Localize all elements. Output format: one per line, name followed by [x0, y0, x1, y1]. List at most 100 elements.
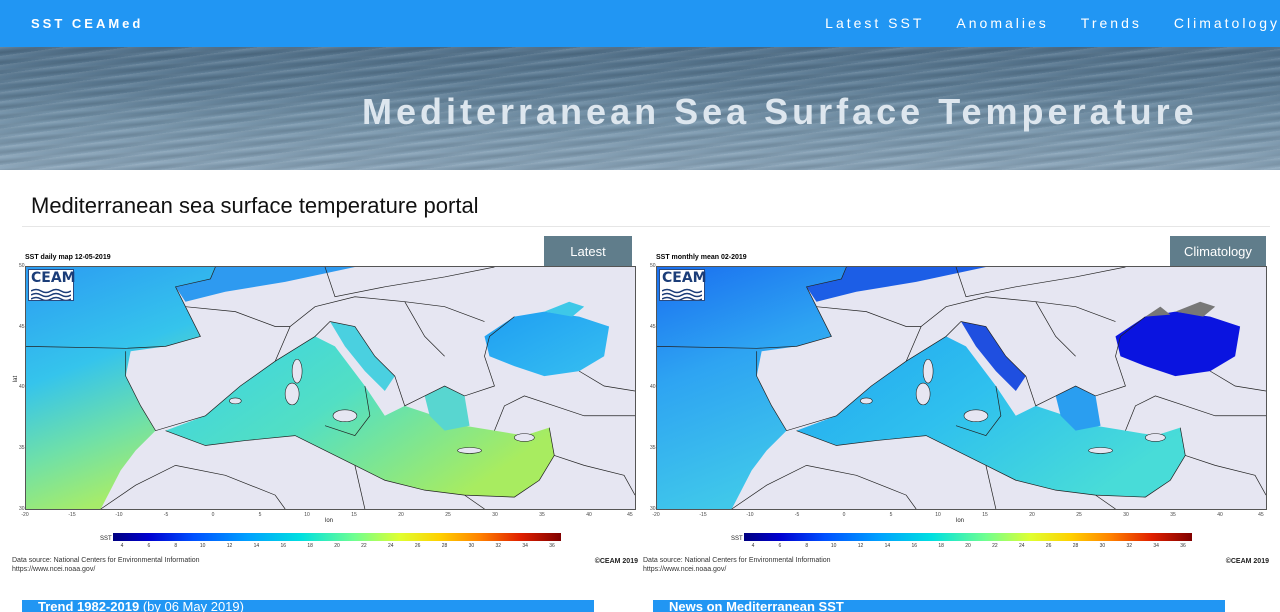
colorbar-tick: 28	[1072, 543, 1079, 549]
latest-sst-panel: Latest SST SST daily map 12-05-2019 lat …	[12, 236, 638, 576]
lat-tick: 40	[650, 384, 656, 390]
nav-trends[interactable]: Trends	[1081, 15, 1142, 31]
lat-tick: 45	[650, 324, 656, 330]
colorbar-tick: 4	[120, 543, 124, 549]
colorbar-tick: 12	[857, 543, 864, 549]
colorbar-tick: 16	[280, 543, 287, 549]
colorbar-tick: 20	[334, 543, 340, 549]
lon-tick: 10	[935, 512, 941, 518]
colorbar-tick: 10	[830, 543, 837, 549]
colorbar-tick: 22	[361, 543, 367, 549]
lat-tick: 35	[650, 445, 656, 451]
lon-tick: -5	[794, 512, 800, 518]
lat-tick: 45	[19, 324, 25, 330]
lon-tick: 0	[842, 512, 846, 518]
ceam-logo: CEAM	[28, 269, 76, 301]
lon-tick: -20	[652, 512, 660, 518]
lon-tick: 35	[539, 512, 545, 518]
colorbar-tick: 14	[884, 543, 891, 549]
lon-tick: 15	[982, 512, 988, 518]
site-brand[interactable]: SST CEAMed	[31, 16, 143, 31]
colorbar-tick: 18	[938, 543, 944, 549]
news-card-header[interactable]: News on Mediterranean SST	[653, 600, 1225, 612]
lon-tick: 45	[1258, 512, 1264, 518]
nav-anomalies[interactable]: Anomalies	[956, 15, 1048, 31]
lon-axis-label: lon	[325, 518, 334, 524]
lat-tick: 35	[19, 445, 25, 451]
climatology-button[interactable]: Climatology	[1170, 236, 1266, 268]
lon-tick: -5	[163, 512, 169, 518]
sst-map-image	[26, 267, 635, 509]
copyright: ©CEAM 2019	[1225, 558, 1269, 565]
colorbar-tick: 6	[147, 543, 151, 549]
colorbar-tick: 34	[522, 543, 528, 549]
colorbar-tick: 24	[387, 543, 394, 549]
sst-colorbar	[113, 533, 561, 541]
colorbar-label: SST	[100, 536, 112, 542]
hero-title: Mediterranean Sea Surface Temperature	[362, 91, 1198, 132]
colorbar-tick: 22	[992, 543, 998, 549]
data-source-line: Data source: National Centers for Enviro…	[643, 557, 831, 564]
top-navbar: SST CEAMed Latest SST Anomalies Trends C…	[0, 0, 1280, 47]
colorbar-tick: 12	[226, 543, 233, 549]
colorbar-tick: 8	[174, 543, 178, 549]
copyright: ©CEAM 2019	[594, 558, 638, 565]
lon-tick: 20	[398, 512, 404, 518]
colorbar-ticks: 4 6 8 10 12 14 16 18 20 22 24 26 28 30 3…	[113, 543, 561, 550]
colorbar-tick: 32	[1126, 543, 1133, 549]
ceam-waves-icon	[662, 288, 702, 300]
colorbar-tick: 16	[911, 543, 918, 549]
colorbar-label: SST	[731, 536, 743, 542]
lat-tick: 50	[650, 263, 656, 269]
lon-tick: 15	[351, 512, 357, 518]
lon-tick: 35	[1170, 512, 1176, 518]
colorbar-tick: 24	[1018, 543, 1025, 549]
nav-links: Latest SST Anomalies Trends Climatology	[793, 15, 1280, 31]
lon-tick: -15	[68, 512, 76, 518]
colorbar-tick: 30	[468, 543, 475, 549]
data-source-url[interactable]: https://www.ncei.noaa.gov/	[643, 565, 831, 574]
lon-tick: 30	[1123, 512, 1129, 518]
colorbar-tick: 4	[751, 543, 755, 549]
lon-tick: -20	[21, 512, 29, 518]
lon-tick: 25	[445, 512, 451, 518]
latest-sst-button[interactable]: Latest SST	[544, 236, 632, 291]
ceam-waves-icon	[31, 288, 71, 300]
lon-tick: -10	[115, 512, 123, 518]
colorbar-tick: 36	[549, 543, 555, 549]
sst-monthly-map[interactable]: CEAM	[656, 266, 1267, 510]
sst-colorbar	[744, 533, 1192, 541]
lon-tick: 20	[1029, 512, 1035, 518]
colorbar-tick: 32	[495, 543, 502, 549]
colorbar-tick: 26	[1045, 543, 1052, 549]
colorbar-tick: 14	[253, 543, 260, 549]
lon-tick: 5	[889, 512, 893, 518]
lon-axis-label: lon	[956, 518, 965, 524]
trend-card-title: Trend 1982-2019	[38, 600, 140, 612]
colorbar-tick: 6	[778, 543, 782, 549]
colorbar-tick: 20	[965, 543, 971, 549]
colorbar-tick: 30	[1099, 543, 1106, 549]
data-source-line: Data source: National Centers for Enviro…	[12, 557, 200, 564]
map-caption: SST daily map 12-05-2019	[25, 254, 111, 261]
colorbar-tick: 36	[1180, 543, 1186, 549]
data-source-url[interactable]: https://www.ncei.noaa.gov/	[12, 565, 200, 574]
colorbar-tick: 28	[441, 543, 448, 549]
data-source-note: Data source: National Centers for Enviro…	[12, 556, 200, 574]
colorbar-tick: 26	[414, 543, 421, 549]
climatology-panel: Climatology SST monthly mean 02-2019 50 …	[643, 236, 1269, 576]
nav-climatology[interactable]: Climatology	[1174, 15, 1280, 31]
title-divider	[22, 226, 1270, 227]
hero-banner: Mediterranean Sea Surface Temperature	[0, 47, 1280, 170]
sst-daily-map[interactable]: CEAM	[25, 266, 636, 510]
lat-axis-label: lat	[13, 375, 20, 383]
trend-card-header[interactable]: Trend 1982-2019 (by 06 May 2019)	[22, 600, 594, 612]
colorbar-tick: 8	[805, 543, 809, 549]
nav-latest-sst[interactable]: Latest SST	[825, 15, 924, 31]
ceam-logo: CEAM	[659, 269, 707, 301]
sst-map-image	[657, 267, 1266, 509]
colorbar-ticks: 4 6 8 10 12 14 16 18 20 22 24 26 28 30 3…	[744, 543, 1192, 550]
lat-tick: 50	[19, 263, 25, 269]
page-title: Mediterranean sea surface temperature po…	[31, 193, 479, 218]
colorbar-tick: 18	[307, 543, 313, 549]
